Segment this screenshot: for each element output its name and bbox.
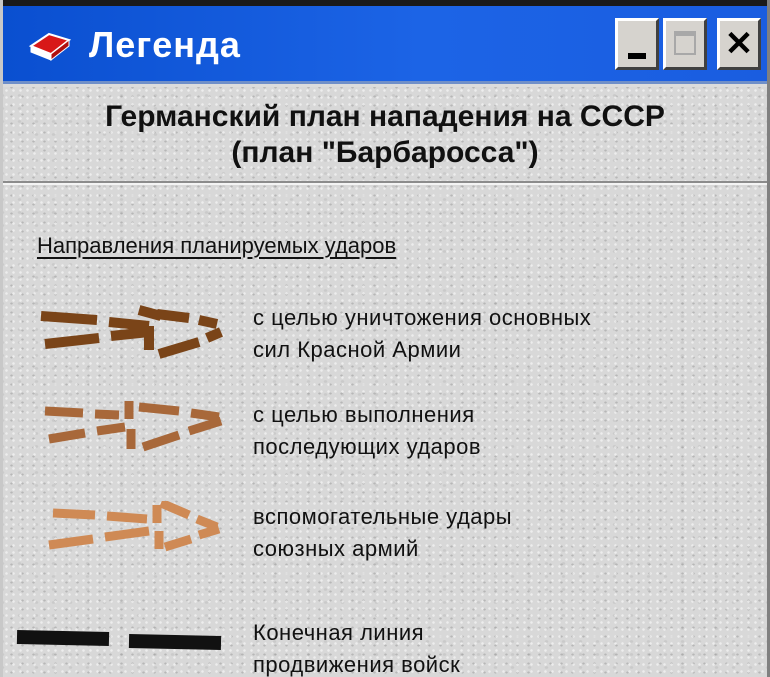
legend-item-label: вспомогательные удары союзных армий (253, 504, 513, 561)
legend-item-label: с целью уничтожения основных сил Красной… (253, 305, 592, 362)
legend-item-final-line: Конечная линия продвижения войск (3, 617, 767, 677)
maximize-button[interactable] (663, 18, 707, 70)
title-bar[interactable]: Легенда ✕ (3, 6, 767, 84)
legend-subheading: Направления планируемых ударов (37, 233, 397, 258)
book-icon (28, 32, 72, 62)
legend-content: Германский план нападения на СССР (план … (3, 87, 767, 677)
legend-item-auxiliary-strike: вспомогательные удары союзных армий (3, 501, 767, 591)
heading-line-1: Германский план нападения на СССР (105, 100, 665, 133)
dashed-line-icon (16, 630, 222, 650)
legend-window: Легенда ✕ Германский план нападения на С… (0, 0, 770, 677)
dashed-arrow-icon (40, 305, 223, 359)
close-button[interactable]: ✕ (717, 18, 761, 70)
minimize-button[interactable] (615, 18, 659, 70)
dashed-arrow-icon (44, 401, 223, 452)
legend-heading: Германский план нападения на СССР (план … (3, 99, 767, 171)
legend-item-label: Конечная линия продвижения войск (253, 620, 461, 677)
legend-item-subsequent-strike: с целью выполнения последующих ударов (3, 399, 767, 489)
minimize-icon (628, 53, 646, 59)
legend-item-label: с целью выполнения последующих ударов (253, 402, 482, 459)
divider (3, 181, 767, 185)
maximize-icon (674, 31, 696, 55)
dashed-arrow-icon (48, 501, 221, 552)
heading-line-2: (план "Барбаросса") (231, 136, 539, 169)
close-icon: ✕ (724, 25, 754, 63)
window-title: Легенда (89, 24, 241, 65)
legend-item-main-strike: с целью уничтожения основных сил Красной… (3, 302, 767, 392)
